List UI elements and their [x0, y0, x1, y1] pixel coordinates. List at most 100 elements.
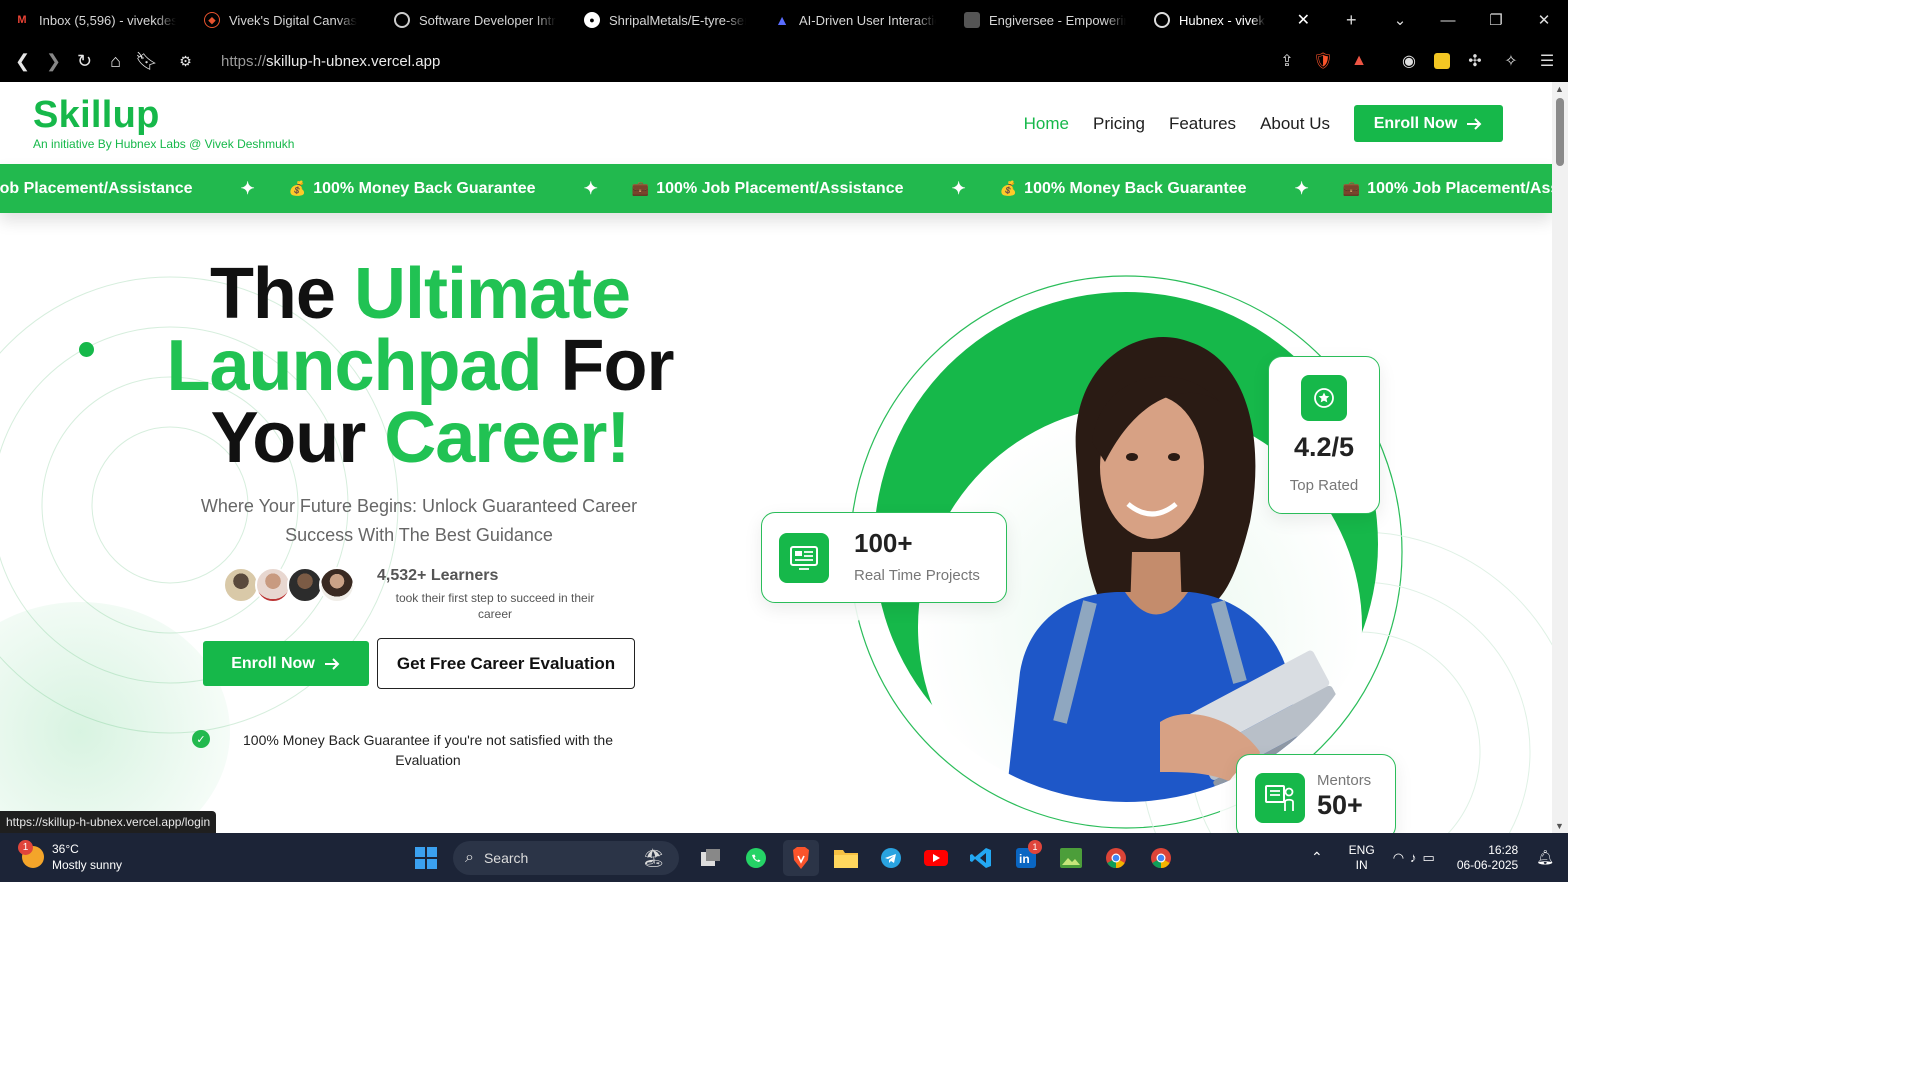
tab-search-chevron-icon[interactable]: ⌄	[1376, 11, 1424, 29]
rating-label: Top Rated	[1289, 477, 1359, 494]
scroll-up-icon[interactable]: ▲	[1555, 84, 1564, 94]
address-bar[interactable]: https://skillup-h-ubnex.vercel.app	[221, 53, 440, 70]
extension-yellow-icon[interactable]	[1434, 53, 1450, 69]
browser-tab-bar: MInbox (5,596) - vivekdeshmukh ◆Vivek's …	[0, 0, 1568, 40]
projects-card: 100+ Real Time Projects	[761, 512, 1007, 603]
linkedin-icon[interactable]: in 1	[1008, 840, 1044, 876]
brave-shield-icon[interactable]: 🛡︎	[1312, 50, 1334, 72]
canvas-icon: ◆	[204, 12, 220, 28]
vscode-icon[interactable]	[963, 840, 999, 876]
tab-hubnex-active[interactable]: Hubnex - vivek ✕	[1140, 0, 1320, 40]
back-icon[interactable]: ❮	[7, 51, 38, 72]
money-bag-icon: 💰	[288, 180, 307, 196]
check-circle-icon: ✓	[192, 730, 210, 748]
show-hidden-icons-chevron-icon[interactable]: ⌃	[1311, 849, 1323, 866]
reload-icon[interactable]: ↻	[69, 51, 100, 72]
money-back-note: 100% Money Back Guarantee if you're not …	[243, 732, 613, 768]
menu-pricing[interactable]: Pricing	[1093, 114, 1145, 134]
arrow-right-icon	[1467, 117, 1482, 130]
tab-github[interactable]: ● ShripalMetals/E-tyre-serv	[570, 0, 760, 40]
hero-subtitle: Where Your Future Begins: Unlock Guarant…	[200, 496, 638, 545]
telegram-icon[interactable]	[873, 840, 909, 876]
scrollbar-thumb[interactable]	[1556, 98, 1564, 166]
sparkle-icon: ✦	[240, 178, 255, 198]
close-tab-icon[interactable]: ✕	[1297, 10, 1310, 30]
rating-card: 4.2/5 Top Rated	[1268, 356, 1380, 514]
sparkle-icon: ✦	[951, 178, 966, 198]
bookmark-icon[interactable]: 🔖︎	[131, 51, 162, 72]
search-icon: ⌕	[465, 849, 474, 866]
share-icon[interactable]: ⇪	[1276, 50, 1298, 72]
sparkle-icon: ✦	[583, 178, 598, 198]
new-tab-icon[interactable]: +	[1346, 10, 1357, 31]
language-indicator[interactable]: ENG IN	[1349, 843, 1375, 873]
weather-widget[interactable]: 1 36°C Mostly sunny	[18, 840, 122, 873]
sparkle-icon: ✦	[1294, 178, 1309, 198]
page-scrollbar[interactable]: ▲ ▼	[1552, 82, 1568, 833]
scroll-down-icon[interactable]: ▼	[1555, 821, 1564, 831]
page-icon	[964, 12, 980, 28]
sun-icon: 1	[18, 840, 44, 868]
status-bar-link: https://skillup-h-ubnex.vercel.app/login	[0, 811, 217, 833]
restore-icon[interactable]: ❐	[1472, 11, 1520, 29]
briefcase-icon: 💼	[1342, 180, 1361, 196]
money-bag-icon: 💰	[999, 180, 1018, 196]
home-icon[interactable]: ⌂	[100, 51, 131, 72]
hero-headline: The Ultimate Launchpad For Your Career!	[166, 254, 674, 478]
file-explorer-icon[interactable]	[828, 840, 864, 876]
task-view-icon[interactable]	[693, 840, 729, 876]
gmail-icon: M	[17, 14, 27, 26]
brave-rewards-icon[interactable]: ▲	[1348, 50, 1370, 72]
menu-features[interactable]: Features	[1169, 114, 1236, 134]
extension-owl-icon[interactable]: ◉	[1398, 50, 1420, 72]
background-glow	[0, 602, 230, 833]
mentors-label: Mentors	[1317, 772, 1372, 789]
mentors-card: Mentors 50+	[1236, 754, 1396, 833]
chrome-profile-icon[interactable]	[1143, 840, 1179, 876]
menu-home[interactable]: Home	[1024, 114, 1069, 134]
page-viewport: Skillup An initiative By Hubnex Labs @ V…	[0, 82, 1552, 833]
tab-digital-canvas[interactable]: ◆ Vivek's Digital Canvas	[190, 0, 380, 40]
minimize-icon[interactable]: —	[1424, 12, 1472, 29]
forward-icon[interactable]: ❯	[38, 51, 69, 72]
tab-engiversee[interactable]: Engiversee - Empowering	[950, 0, 1140, 40]
photos-icon[interactable]	[1053, 840, 1089, 876]
notification-bell-icon[interactable]: 🔔︎	[1536, 849, 1554, 866]
marquee-item: 💰 100% Money Back Guarantee	[999, 179, 1247, 197]
brave-browser-icon[interactable]	[783, 840, 819, 876]
youtube-icon[interactable]	[918, 840, 954, 876]
nav-enroll-button[interactable]: Enroll Now	[1354, 105, 1503, 142]
wifi-volume-battery-icons[interactable]: ◠♪▭	[1393, 850, 1441, 866]
chrome-icon[interactable]	[1098, 840, 1134, 876]
career-evaluation-button[interactable]: Get Free Career Evaluation	[377, 638, 635, 689]
site-settings-icon[interactable]: ⚙	[170, 53, 201, 70]
taskbar-clock[interactable]: 16:28 06-06-2025	[1457, 843, 1518, 873]
start-icon[interactable]	[408, 840, 444, 876]
decorative-dot	[79, 342, 94, 357]
presentation-icon	[779, 533, 829, 583]
system-tray: ⌃ ENG IN ◠♪▭ 16:28 06-06-2025 🔔︎	[1311, 833, 1568, 882]
hero-enroll-button[interactable]: Enroll Now	[203, 641, 369, 686]
extensions-puzzle-icon[interactable]: ✣	[1464, 50, 1486, 72]
whatsapp-icon[interactable]	[738, 840, 774, 876]
brand-tagline: An initiative By Hubnex Labs @ Vivek Des…	[33, 137, 295, 151]
leo-ai-icon[interactable]: ✧	[1500, 50, 1522, 72]
tab-ai-driven[interactable]: ▲ AI-Driven User Interaction	[760, 0, 950, 40]
briefcase-icon: 💼	[631, 180, 650, 196]
taskbar-search[interactable]: ⌕ Search 🏖︎	[453, 841, 679, 875]
menu-about-us[interactable]: About Us	[1260, 114, 1330, 134]
benefits-marquee: % Job Placement/Assistance ✦ 💰100% Money…	[0, 164, 1552, 213]
tab-gmail[interactable]: MInbox (5,596) - vivekdeshmukh	[0, 0, 190, 40]
globe-icon	[394, 12, 410, 28]
brand-logo[interactable]: Skillup	[33, 94, 160, 137]
notification-badge: 1	[18, 840, 33, 855]
notification-badge: 1	[1028, 840, 1042, 854]
close-window-icon[interactable]: ✕	[1520, 11, 1568, 29]
learner-avatars	[223, 567, 355, 603]
mentor-icon	[1255, 773, 1305, 823]
star-badge-icon	[1301, 375, 1347, 421]
menu-icon[interactable]: ☰	[1536, 50, 1558, 72]
marquee-item: 💼100% Job Placement/Assistance	[1342, 179, 1552, 197]
tab-software-developer[interactable]: Software Developer Intro	[380, 0, 570, 40]
projects-label: Real Time Projects	[854, 567, 980, 584]
